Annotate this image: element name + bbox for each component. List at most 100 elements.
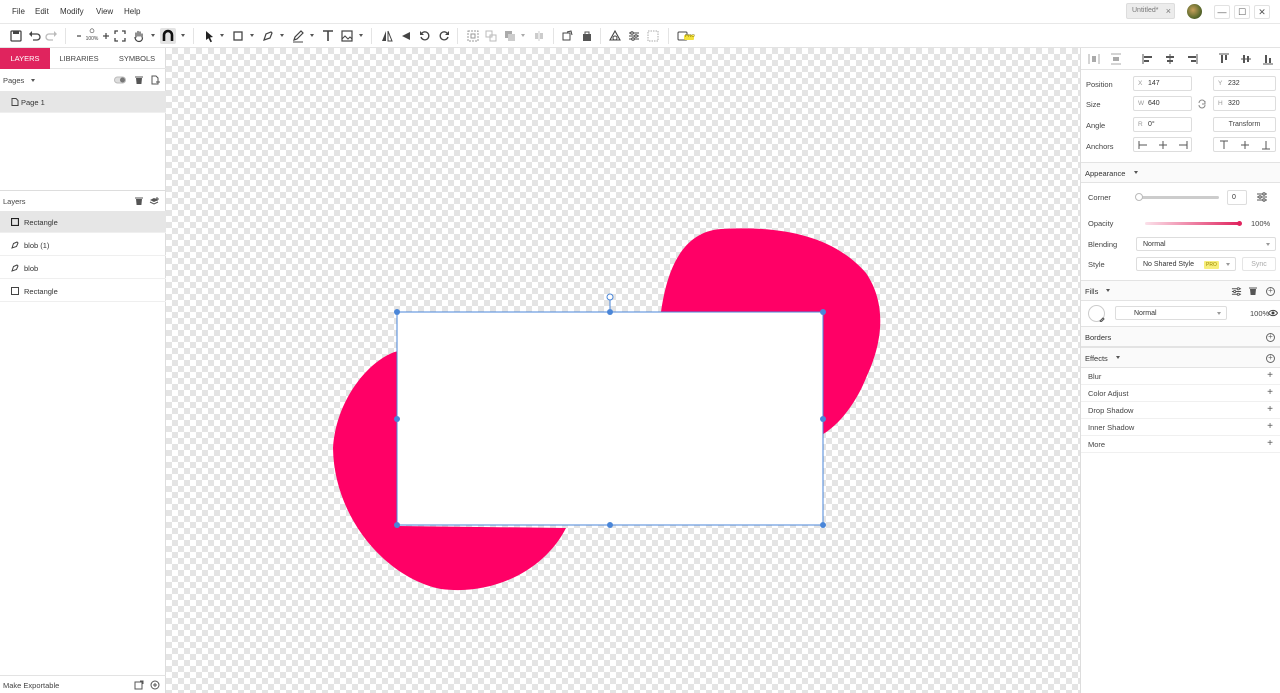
appearance-chevron-icon[interactable] (1134, 171, 1138, 174)
add-icon[interactable]: + (1267, 438, 1273, 449)
tab-symbols[interactable]: SYMBOLS (110, 48, 164, 69)
fill-opacity-value[interactable]: 100% (1250, 309, 1269, 318)
appearance-section[interactable]: Appearance (1081, 162, 1280, 183)
distribute-v-icon[interactable] (1110, 53, 1122, 65)
constrain-proportions-icon[interactable] (1197, 98, 1207, 110)
window-close-button[interactable]: ✕ (1254, 5, 1270, 19)
fills-section[interactable]: Fills + (1081, 280, 1280, 301)
tab-layers[interactable]: LAYERS (0, 48, 50, 69)
borders-section[interactable]: Borders + (1081, 326, 1280, 347)
add-icon[interactable]: + (1267, 370, 1273, 381)
add-fill-icon[interactable]: + (1266, 287, 1275, 296)
anchor-middle-v-icon[interactable] (1240, 140, 1250, 150)
blending-select[interactable]: Normal (1136, 237, 1276, 251)
canvas[interactable] (166, 48, 1080, 693)
adjust-icon[interactable] (626, 28, 642, 44)
align-right-icon[interactable] (1186, 53, 1198, 65)
layer-item-rectangle[interactable]: Rectangle (0, 211, 166, 233)
menu-edit[interactable]: Edit (35, 7, 49, 16)
pro-feature-icon[interactable]: PRO (676, 28, 696, 44)
add-icon[interactable]: + (1267, 387, 1273, 398)
align-top-icon[interactable] (1218, 53, 1230, 65)
effect-drop-shadow[interactable]: Drop Shadow + (1081, 402, 1280, 419)
add-page-icon[interactable] (150, 75, 160, 85)
resize-handle-ne[interactable] (820, 309, 826, 315)
tab-libraries[interactable]: LIBRARIES (53, 48, 105, 69)
pencil-tool-icon[interactable] (290, 28, 306, 44)
make-exportable-label[interactable]: Make Exportable (3, 681, 59, 690)
layer-item-blob[interactable]: blob (0, 257, 166, 279)
effect-inner-shadow[interactable]: Inner Shadow + (1081, 419, 1280, 436)
anchor-right-icon[interactable] (1178, 140, 1188, 150)
rotate-right-icon[interactable] (436, 28, 452, 44)
fill-color-swatch[interactable] (1088, 305, 1105, 322)
resize-handle-n[interactable] (607, 309, 613, 315)
menu-view[interactable]: View (96, 7, 113, 16)
selected-rectangle[interactable] (397, 312, 823, 525)
add-effect-icon[interactable]: + (1266, 354, 1275, 363)
shape-tool-icon[interactable] (607, 28, 623, 44)
fit-screen-icon[interactable] (112, 28, 128, 44)
add-layer-icon[interactable] (149, 196, 160, 206)
corner-field[interactable]: 0 (1227, 190, 1247, 205)
add-border-icon[interactable]: + (1266, 333, 1275, 342)
delete-page-icon[interactable] (134, 75, 144, 85)
delete-layer-icon[interactable] (134, 196, 144, 206)
resize-handle-sw[interactable] (394, 522, 400, 528)
anchor-center-h-icon[interactable] (1158, 140, 1168, 150)
rectangle-tool-icon[interactable] (230, 28, 246, 44)
fills-chevron-icon[interactable] (1106, 289, 1110, 292)
eye-icon[interactable] (1268, 309, 1278, 317)
text-tool-icon[interactable] (320, 28, 336, 44)
boolean-union-icon[interactable] (560, 28, 576, 44)
mask-icon[interactable] (579, 28, 595, 44)
effects-chevron-icon[interactable] (1116, 356, 1120, 359)
resize-handle-s[interactable] (607, 522, 613, 528)
arrange-icon[interactable] (502, 28, 518, 44)
x-field[interactable]: X 147 (1133, 76, 1192, 91)
corner-settings-icon[interactable] (1256, 191, 1268, 203)
y-field[interactable]: Y 232 (1213, 76, 1276, 91)
corner-slider-thumb[interactable] (1135, 193, 1143, 201)
image-tool-icon[interactable] (339, 28, 355, 44)
transform-button[interactable]: Transform (1213, 117, 1276, 132)
artboard-icon[interactable] (645, 28, 661, 44)
angle-field[interactable]: R 0° (1133, 117, 1192, 132)
fill-settings-icon[interactable] (1231, 286, 1242, 297)
undo-icon[interactable] (26, 28, 42, 44)
add-icon[interactable]: + (1267, 421, 1273, 432)
rotate-handle[interactable] (606, 293, 614, 301)
avatar[interactable] (1187, 4, 1202, 19)
resize-handle-nw[interactable] (394, 309, 400, 315)
corner-slider[interactable] (1135, 193, 1219, 201)
layer-item-rectangle-2[interactable]: Rectangle (0, 280, 166, 302)
opacity-slider-thumb[interactable] (1237, 221, 1242, 226)
distribute-icon[interactable] (531, 28, 547, 44)
snap-magnet-icon[interactable] (160, 28, 176, 44)
select-tool-icon[interactable] (201, 28, 217, 44)
flip-horizontal-icon[interactable] (379, 28, 395, 44)
rotate-left-icon[interactable] (417, 28, 433, 44)
export-slice-icon[interactable] (134, 680, 144, 690)
effect-blur[interactable]: Blur + (1081, 368, 1280, 385)
layer-item-blob-1[interactable]: blob (1) (0, 234, 166, 256)
redo-icon[interactable] (44, 28, 60, 44)
flip-vertical-icon[interactable] (398, 28, 414, 44)
minimize-button[interactable]: — (1214, 5, 1230, 19)
fill-blend-select[interactable]: Normal (1115, 306, 1227, 320)
maximize-button[interactable]: ☐ (1234, 5, 1250, 19)
distribute-h-icon[interactable] (1088, 53, 1100, 65)
hand-tool-icon[interactable] (131, 28, 147, 44)
document-tab[interactable]: Untitled* × (1126, 3, 1175, 19)
menu-help[interactable]: Help (124, 7, 140, 16)
menu-modify[interactable]: Modify (60, 7, 84, 16)
delete-fill-icon[interactable] (1248, 286, 1258, 296)
effect-more[interactable]: More + (1081, 436, 1280, 453)
resize-handle-e[interactable] (820, 416, 826, 422)
width-field[interactable]: W 640 (1133, 96, 1192, 111)
pages-dropdown-icon[interactable] (31, 79, 35, 82)
resize-handle-w[interactable] (394, 416, 400, 422)
anchor-bottom-icon[interactable] (1261, 140, 1271, 150)
pen-tool-icon[interactable] (260, 28, 276, 44)
effects-section[interactable]: Effects + (1081, 347, 1280, 368)
